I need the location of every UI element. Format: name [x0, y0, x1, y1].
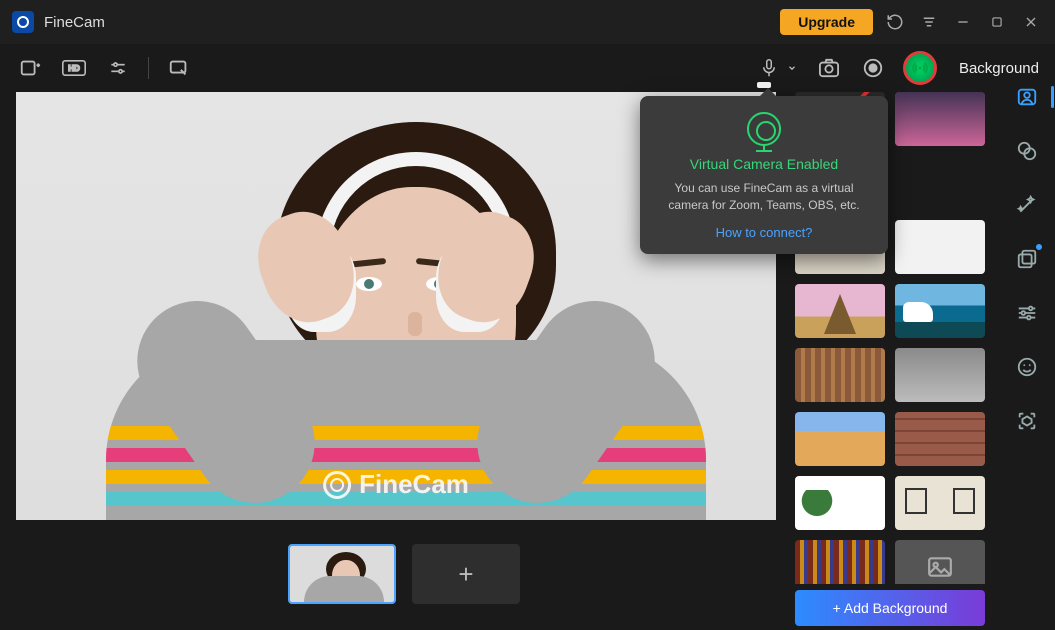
tooltip-title: Virtual Camera Enabled	[654, 156, 874, 172]
virtual-camera-button[interactable]	[903, 51, 937, 85]
annotate-icon[interactable]	[165, 54, 193, 82]
record-icon[interactable]	[859, 54, 887, 82]
virtual-camera-tooltip: Virtual Camera Enabled You can use FineC…	[640, 96, 888, 254]
app-title: FineCam	[44, 14, 105, 31]
toolbar-separator	[148, 57, 149, 79]
chevron-down-icon[interactable]	[785, 54, 799, 82]
adjust-icon[interactable]	[1014, 300, 1040, 326]
bg-tile-library[interactable]	[795, 348, 885, 402]
watermark-text: FineCam	[359, 469, 469, 500]
layers-icon[interactable]	[1014, 246, 1040, 272]
ar-scan-icon[interactable]	[1014, 408, 1040, 434]
scene-thumb-1[interactable]	[288, 544, 396, 604]
close-button[interactable]	[1019, 10, 1043, 34]
webcam-icon	[747, 112, 781, 146]
bg-tile-lake[interactable]	[895, 284, 985, 338]
bg-tile-label: Blur	[928, 112, 951, 127]
effects-icon[interactable]	[1014, 192, 1040, 218]
bg-tile-frames[interactable]	[895, 476, 985, 530]
face-beauty-icon[interactable]	[1014, 354, 1040, 380]
add-scene-button[interactable]: +	[412, 544, 520, 604]
snapshot-icon[interactable]	[815, 54, 843, 82]
bg-tile-warehouse[interactable]	[895, 348, 985, 402]
bg-tile-books[interactable]	[795, 540, 885, 584]
watermark: FineCam	[323, 469, 469, 500]
settings-sliders-icon[interactable]	[104, 54, 132, 82]
bg-tile-bricks[interactable]	[895, 412, 985, 466]
tooltip-body: You can use FineCam as a virtual camera …	[654, 180, 874, 215]
hd-icon[interactable]: HD	[60, 54, 88, 82]
background-tab-icon[interactable]	[1014, 84, 1040, 110]
menu-icon[interactable]	[917, 10, 941, 34]
bg-tile-desert[interactable]	[795, 412, 885, 466]
refresh-icon[interactable]	[883, 10, 907, 34]
upgrade-button[interactable]: Upgrade	[780, 9, 873, 35]
toolbar: HD Background	[0, 44, 1055, 92]
app-logo	[12, 11, 34, 33]
add-background-button[interactable]: + Add Background	[795, 590, 985, 626]
bg-tile-plant[interactable]	[795, 476, 885, 530]
overlay-icon[interactable]	[1014, 138, 1040, 164]
microphone-icon[interactable]	[755, 54, 783, 82]
scene-thumbnails: +	[288, 544, 520, 604]
bg-tile-eiffel[interactable]	[795, 284, 885, 338]
bg-tile-custom[interactable]	[895, 540, 985, 584]
add-source-icon[interactable]	[16, 54, 44, 82]
svg-text:HD: HD	[68, 64, 80, 73]
bg-tile-blur[interactable]: Blur	[895, 92, 985, 146]
titlebar: FineCam Upgrade	[0, 0, 1055, 44]
bg-tile-white[interactable]	[895, 220, 985, 274]
tooltip-link[interactable]: How to connect?	[716, 225, 813, 240]
right-tool-strip	[999, 70, 1055, 630]
minimize-button[interactable]	[951, 10, 975, 34]
maximize-button[interactable]	[985, 10, 1009, 34]
add-background-label: + Add Background	[833, 600, 948, 616]
plus-icon: +	[458, 559, 473, 590]
